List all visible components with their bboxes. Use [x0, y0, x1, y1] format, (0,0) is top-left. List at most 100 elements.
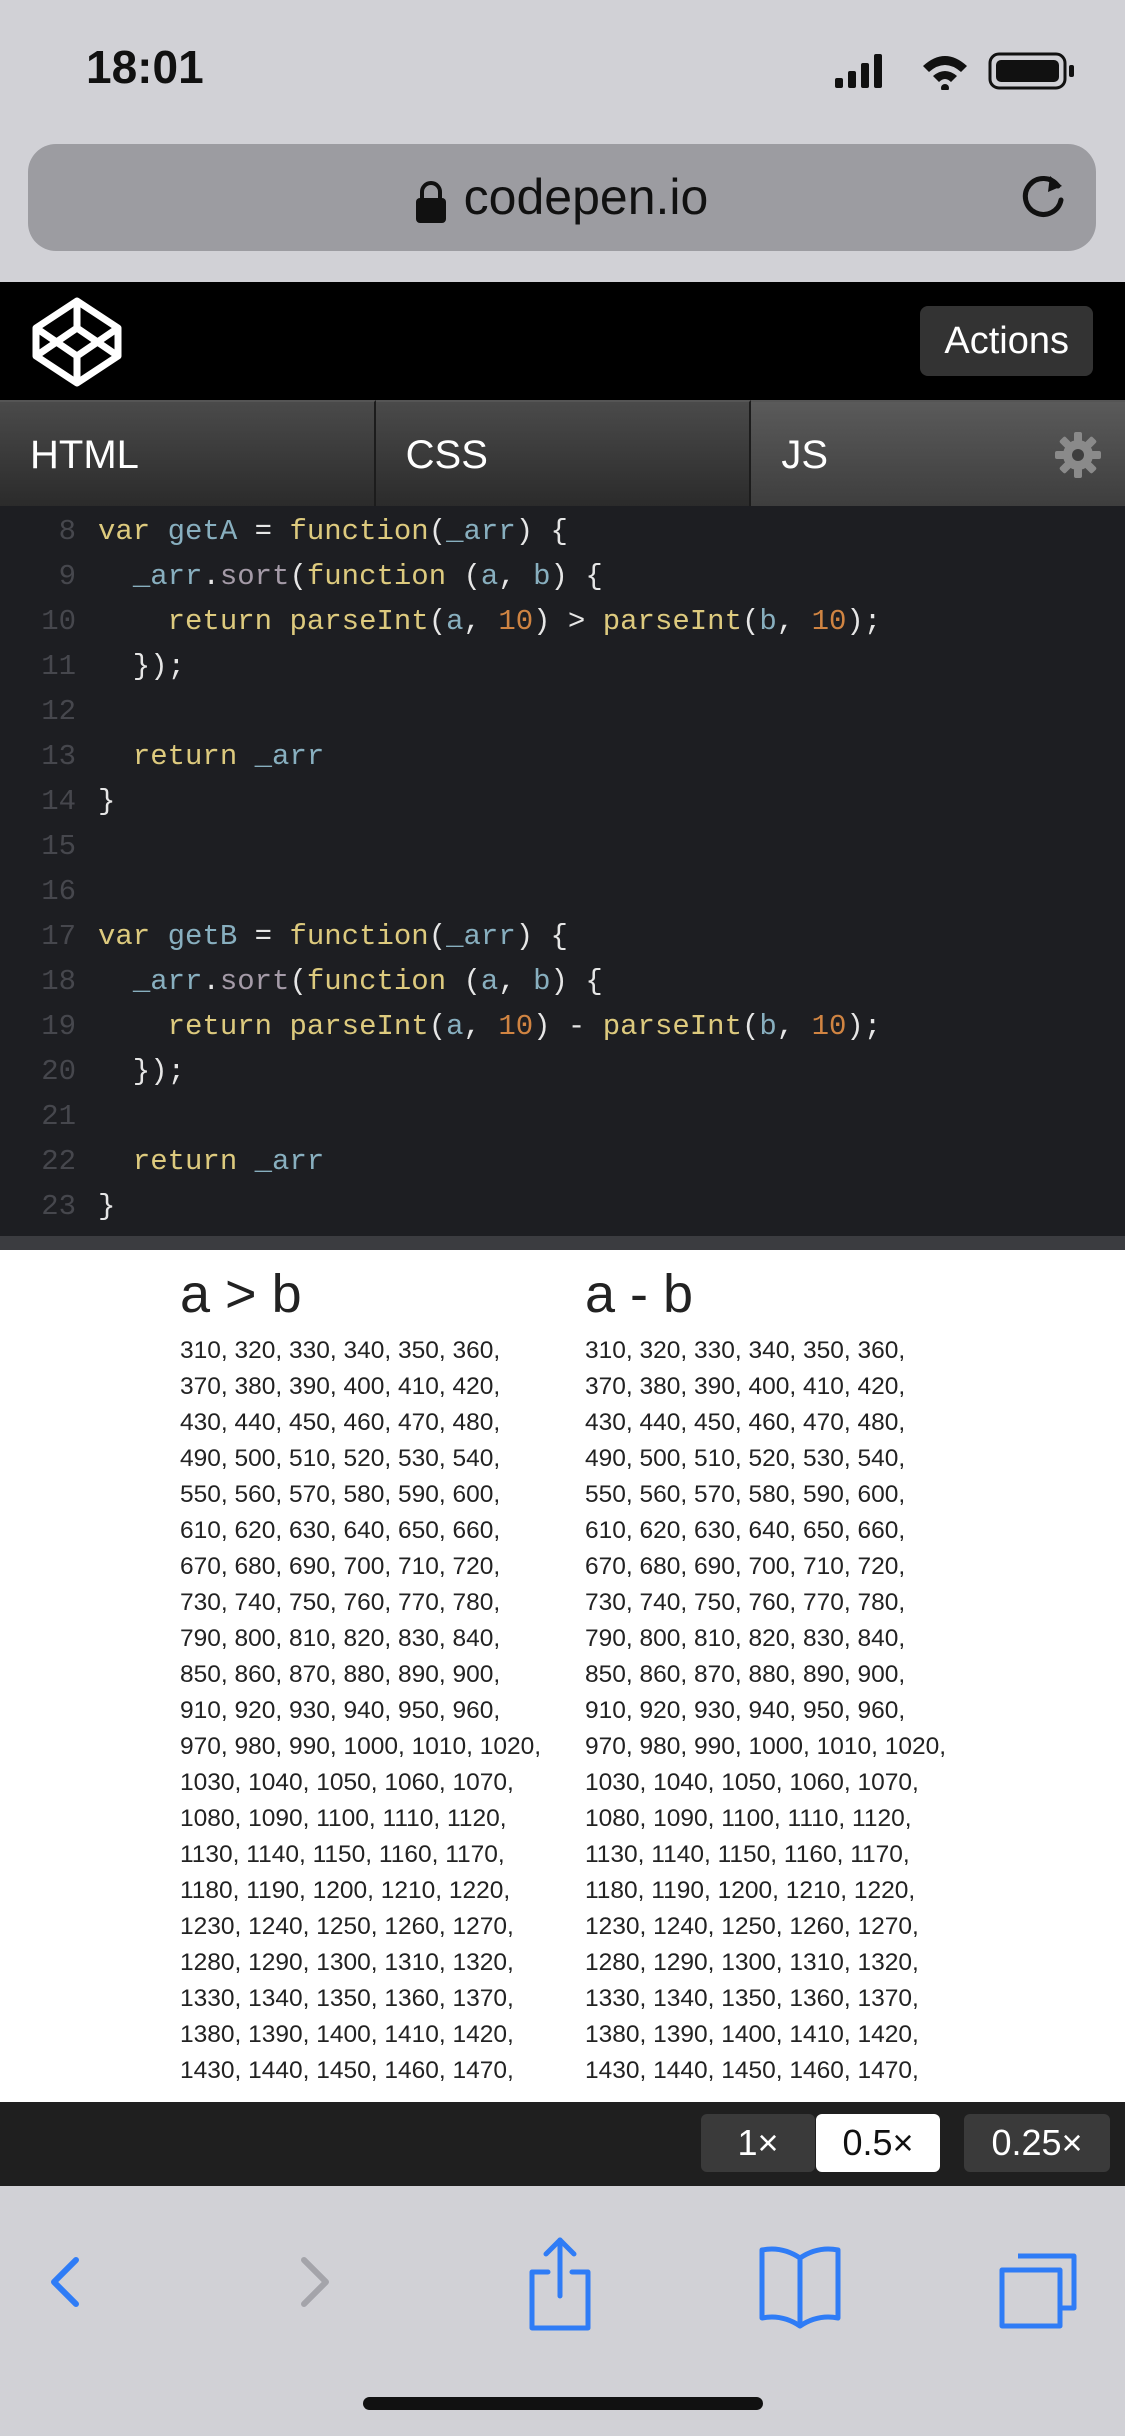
code-token: parseInt: [289, 605, 429, 638]
address-bar[interactable]: codepen.io: [28, 144, 1096, 251]
code-token: var: [98, 515, 151, 548]
share-icon[interactable]: [520, 2236, 600, 2336]
code-token: a: [446, 1010, 464, 1043]
zoom-0.25x-button[interactable]: 0.25×: [964, 2114, 1110, 2172]
code-token: ) {: [515, 920, 568, 953]
code-line[interactable]: 12: [0, 689, 98, 734]
code-token: _arr: [254, 740, 325, 773]
code-line[interactable]: 17 var getB = function(_arr) {: [0, 914, 568, 959]
code-token: ,: [498, 560, 534, 593]
signal-icon: [835, 54, 882, 88]
code-line[interactable]: 13 return _arr: [0, 734, 324, 779]
zoom-0.5x-button[interactable]: 0.5×: [816, 2114, 940, 2172]
code-line[interactable]: 10 return parseInt(a, 10) > parseInt(b, …: [0, 599, 881, 644]
line-number: 11: [41, 650, 76, 683]
line-number: 15: [41, 830, 76, 863]
back-icon[interactable]: [40, 2236, 90, 2326]
code-line[interactable]: 8 var getA = function(_arr) {: [0, 509, 568, 554]
forward-icon[interactable]: [290, 2236, 340, 2326]
code-line[interactable]: 19 return parseInt(a, 10) - parseInt(b, …: [0, 1004, 881, 1049]
code-token: function: [306, 965, 447, 998]
result-pane: a > b 310, 320, 330, 340, 350, 360, 370,…: [0, 1250, 1125, 2102]
code-token: }: [98, 785, 116, 818]
code-token: (: [428, 920, 447, 953]
line-number: 8: [58, 515, 76, 548]
code-editor[interactable]: 8 var getA = function(_arr) {9 _arr.sort(…: [0, 506, 1125, 1236]
code-token: 10: [811, 605, 847, 638]
code-token: 10: [498, 1010, 534, 1043]
tab-css[interactable]: CSS: [375, 400, 752, 506]
code-token: (: [289, 965, 307, 998]
zoom-1x-button[interactable]: 1×: [701, 2114, 815, 2172]
line-number: 16: [41, 875, 76, 908]
reload-icon[interactable]: [1014, 168, 1072, 226]
code-line[interactable]: 15: [0, 824, 98, 869]
codepen-header: Actions: [0, 282, 1125, 400]
code-token: }: [98, 1190, 116, 1223]
gear-icon[interactable]: [1053, 430, 1103, 480]
code-token: .: [202, 560, 220, 593]
code-line[interactable]: 14}: [0, 779, 115, 824]
home-indicator: [363, 2397, 763, 2410]
line-number: 18: [41, 965, 76, 998]
code-token: function: [289, 920, 429, 953]
sorted-values-a: 310, 320, 330, 340, 350, 360, 370, 380, …: [180, 1337, 542, 2084]
bookmarks-icon[interactable]: [758, 2236, 842, 2336]
code-token: sort: [219, 560, 290, 593]
code-token: (: [741, 605, 760, 638]
code-token: 10: [498, 605, 534, 638]
codepen-logo-icon[interactable]: [30, 295, 124, 389]
code-line[interactable]: 23}: [0, 1184, 115, 1229]
status-icons: [835, 52, 1074, 90]
code-token: _arr: [132, 560, 203, 593]
code-token: _arr: [254, 1145, 325, 1178]
tab-js-label: JS: [781, 433, 829, 477]
code-line[interactable]: 9 _arr.sort(function (a, b) {: [0, 554, 603, 599]
line-number: 13: [41, 740, 76, 773]
tab-html[interactable]: HTML: [0, 400, 376, 506]
code-token: ,: [776, 1010, 812, 1043]
actions-button[interactable]: Actions: [920, 306, 1093, 376]
code-token: (: [446, 560, 481, 593]
line-number: 14: [41, 785, 76, 818]
code-line[interactable]: 18 _arr.sort(function (a, b) {: [0, 959, 603, 1004]
code-token: return: [167, 1010, 273, 1043]
code-token: sort: [219, 965, 290, 998]
tabs-icon[interactable]: [998, 2236, 1078, 2336]
code-token: _arr: [446, 515, 516, 548]
code-token: _arr: [132, 965, 203, 998]
code-token: });: [98, 650, 186, 683]
code-token: ) {: [550, 560, 603, 593]
code-token: b: [759, 605, 777, 638]
code-token: return: [132, 740, 238, 773]
heading-a-greater-b: a > b: [180, 1264, 302, 1324]
code-token: return: [132, 1145, 238, 1178]
code-token: a: [480, 560, 499, 593]
pane-resize-handle[interactable]: [0, 1236, 1125, 1250]
code-line[interactable]: 20 });: [0, 1049, 185, 1094]
code-token: function: [306, 560, 447, 593]
code-token: (: [446, 965, 481, 998]
code-token: (: [428, 605, 447, 638]
tab-js[interactable]: JS: [751, 400, 1125, 506]
code-token: });: [98, 1055, 186, 1088]
code-line[interactable]: 16: [0, 869, 98, 914]
code-token: getB: [167, 920, 238, 953]
code-line[interactable]: 22 return _arr: [0, 1139, 324, 1184]
code-token: parseInt: [289, 1010, 429, 1043]
line-number: 23: [41, 1190, 76, 1223]
code-line[interactable]: 21: [0, 1094, 98, 1139]
code-token: ) -: [533, 1010, 603, 1043]
code-line[interactable]: 11 });: [0, 644, 185, 689]
url-text: codepen.io: [463, 169, 709, 225]
code-token: );: [846, 605, 882, 638]
code-token: ,: [463, 1010, 499, 1043]
url-display[interactable]: codepen.io: [28, 144, 1096, 251]
line-number: 9: [58, 560, 76, 593]
